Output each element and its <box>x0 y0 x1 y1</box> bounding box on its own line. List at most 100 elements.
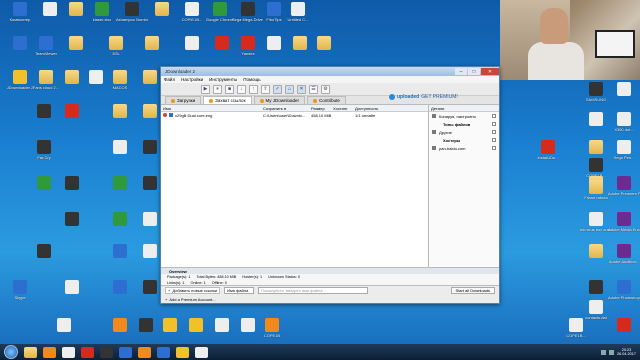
desktop-icon[interactable]: MACOS <box>104 70 136 100</box>
details-group[interactable]: Типы файлов <box>429 120 499 128</box>
linkgrabber-table[interactable]: Имя Сохранить в Размер Хостинг Доступнос… <box>161 105 429 267</box>
toolbar-button[interactable]: ⌂ <box>285 84 294 94</box>
app-icon <box>37 176 51 190</box>
desktop-icon[interactable] <box>136 36 168 66</box>
taskbar-app-icon[interactable] <box>176 346 189 358</box>
desktop-icon[interactable] <box>56 176 88 206</box>
menu-item[interactable]: Помощь <box>243 77 260 82</box>
desktop-icon[interactable] <box>56 280 88 310</box>
desktop-icon[interactable]: klaser.xlsx <box>86 2 118 32</box>
taskbar-app-icon[interactable] <box>100 346 113 358</box>
start-all-downloads-button[interactable]: Start all Downloads <box>450 287 495 294</box>
desktop-icon[interactable] <box>104 244 136 274</box>
desktop-icon[interactable]: Компьютер <box>4 2 36 32</box>
taskbar-app-icon[interactable] <box>24 346 37 358</box>
menu-item[interactable]: Настройки <box>181 77 203 82</box>
desktop-icon[interactable]: Ashampoo Burning... <box>116 2 148 32</box>
details-row[interactable]: Другие <box>429 128 499 136</box>
checkbox[interactable] <box>492 122 496 126</box>
toolbar-button[interactable]: ⚙ <box>321 84 330 94</box>
details-row[interactable]: pan-baidu.com <box>429 144 499 152</box>
checkbox[interactable] <box>492 114 496 118</box>
toolbar-button[interactable]: ⇧ <box>261 84 270 94</box>
col-name[interactable]: Имя <box>161 106 261 111</box>
desktop-icon[interactable]: Adobe Photoshop 2014 <box>608 280 640 310</box>
desktop-icon[interactable] <box>308 36 340 66</box>
toolbar-button[interactable]: ✓ <box>273 84 282 94</box>
desktop-icon[interactable] <box>56 212 88 242</box>
add-links-button[interactable]: + Добавить новые ссылки <box>165 287 221 294</box>
window-titlebar[interactable]: JDownloader 2 – □ ✕ <box>161 67 499 76</box>
desktop-icon[interactable] <box>146 2 178 32</box>
desktop-icon[interactable]: Adobe Audition... <box>608 244 640 274</box>
clock[interactable]: 20:23 26.04.2017 <box>617 348 636 356</box>
tab[interactable]: Загрузки <box>165 96 202 104</box>
checkbox[interactable] <box>492 130 496 134</box>
uploaded-banner[interactable]: uploaded GET PREMIUM! <box>389 94 458 100</box>
app-icon <box>37 244 51 258</box>
search-input[interactable]: Пожалуйста, введите имя файла... <box>258 287 369 294</box>
checkbox[interactable] <box>492 146 496 150</box>
desktop-icon[interactable]: 3GL <box>100 36 132 66</box>
desktop-icon[interactable]: TeamViewer <box>30 36 62 66</box>
desktop-icon[interactable] <box>104 176 136 206</box>
tab[interactable]: My JDownloader <box>253 96 306 104</box>
start-button[interactable] <box>4 345 18 359</box>
desktop-icon[interactable]: Untitled C... <box>282 2 314 32</box>
desktop-icon[interactable] <box>104 280 136 310</box>
tab[interactable]: Contribute <box>307 96 346 104</box>
desktop-icon[interactable]: Skype <box>4 280 36 310</box>
desktop-icon[interactable]: Adobe Premiere P... <box>608 176 640 206</box>
col-availability[interactable]: Доступность <box>353 106 409 111</box>
checkbox[interactable] <box>492 138 496 142</box>
desktop-icon[interactable] <box>104 104 136 134</box>
details-group[interactable]: Хостеры <box>429 136 499 144</box>
tray-icon[interactable] <box>608 349 614 355</box>
toolbar-button[interactable]: ⏸ <box>213 84 222 94</box>
taskbar-app-icon[interactable] <box>62 346 75 358</box>
desktop-icon[interactable] <box>56 104 88 134</box>
menu-item[interactable]: Файл <box>164 77 175 82</box>
details-header: Детали <box>429 105 499 112</box>
desktop-icon[interactable] <box>176 36 208 66</box>
filter-select[interactable]: Имя файла <box>224 287 255 294</box>
desktop-icon[interactable] <box>60 36 92 66</box>
taskbar-app-icon[interactable] <box>81 346 94 358</box>
desktop-icon[interactable]: Install-iDu... <box>532 140 564 170</box>
taskbar-app-icon[interactable] <box>43 346 56 358</box>
desktop-icon[interactable]: X360 dot... <box>608 112 640 142</box>
minimize-button[interactable]: – <box>455 68 467 75</box>
toolbar-button[interactable]: ▶ <box>201 84 210 94</box>
col-size[interactable]: Размер <box>309 106 331 111</box>
desktop-icon[interactable] <box>104 212 136 242</box>
desktop-icon[interactable] <box>608 82 640 112</box>
menu-item[interactable]: Инструменты <box>209 77 237 82</box>
details-label: Копируя, настроено <box>439 113 476 119</box>
toolbar-button[interactable]: ✕ <box>297 84 306 94</box>
toolbar-button[interactable]: ■ <box>225 84 234 94</box>
taskbar-app-icon[interactable] <box>138 346 151 358</box>
jdownloader-window[interactable]: JDownloader 2 – □ ✕ Файл Настройки Инструм… <box>160 66 500 304</box>
close-button[interactable]: ✕ <box>481 68 499 75</box>
taskbar-app-icon[interactable] <box>119 346 132 358</box>
app-icon <box>589 112 603 126</box>
toolbar-button[interactable]: ☰ <box>309 84 318 94</box>
app-icon <box>109 36 123 50</box>
desktop-icon[interactable]: Adobe Media Encoder CC... <box>608 212 640 242</box>
desktop-icon[interactable]: Sega Pen... <box>608 140 640 170</box>
toolbar-button[interactable]: ↓ <box>237 84 246 94</box>
details-row[interactable]: Копируя, настроено <box>429 112 499 120</box>
toolbar-button[interactable]: ↑ <box>249 84 258 94</box>
table-row[interactable]: x29gB.Dual.core.eng C:\Users\user\Downlo… <box>161 112 428 118</box>
tray-icon[interactable] <box>600 349 606 355</box>
add-premium-link[interactable]: + Add a Premium Account... <box>161 295 499 303</box>
taskbar-app-icon[interactable] <box>195 346 208 358</box>
desktop-icon[interactable] <box>104 140 136 170</box>
desktop-icon[interactable] <box>28 244 60 274</box>
tab[interactable]: Захват ссылок <box>203 96 252 104</box>
maximize-button[interactable]: □ <box>468 68 480 75</box>
col-save-to[interactable]: Сохранить в <box>261 106 309 111</box>
desktop-icon[interactable]: Far Cry <box>28 140 60 170</box>
taskbar-app-icon[interactable] <box>157 346 170 358</box>
col-host[interactable]: Хостинг <box>331 106 353 111</box>
